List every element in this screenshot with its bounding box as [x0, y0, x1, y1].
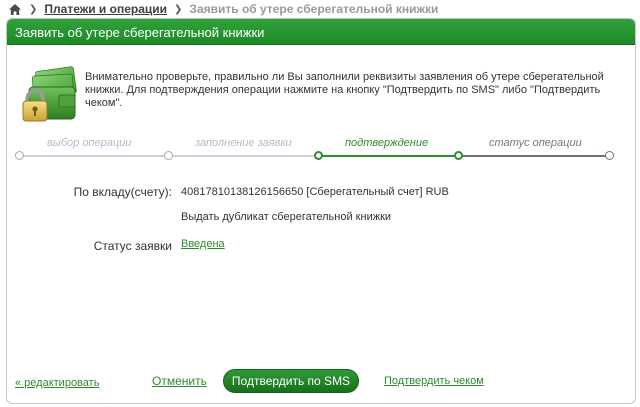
- form-panel: Заявить об утере сберегательной книжки В…: [6, 18, 636, 404]
- progress-steps: выбор операции заполнение заявки подтвер…: [15, 135, 615, 165]
- chevron-right-icon: ❯: [174, 3, 183, 15]
- progress-track-next: [459, 155, 609, 157]
- panel-title: Заявить об утере сберегательной книжки: [15, 25, 265, 40]
- cancel-link[interactable]: Отменить: [152, 374, 207, 388]
- status-value-link[interactable]: Введена: [181, 238, 225, 250]
- confirm-sms-button[interactable]: Подтвердить по SMS: [223, 369, 359, 393]
- progress-dot-active: [454, 151, 463, 160]
- action-value: Выдать дубликат сберегательной книжки: [181, 211, 392, 223]
- breadcrumb-payments-link[interactable]: Платежи и операции: [44, 2, 167, 16]
- intro-text: Внимательно проверьте, правильно ли Вы з…: [85, 71, 604, 109]
- wallet-lock-icon: [22, 66, 77, 122]
- account-value: 40817810138126156650 [Сберегательный сче…: [181, 186, 449, 198]
- step-fill-application: заполнение заявки: [195, 137, 292, 149]
- step-select-operation: выбор операции: [47, 137, 132, 149]
- status-label: Статус заявки: [93, 239, 172, 253]
- breadcrumb: ❯ Платежи и операции ❯ Заявить об утере …: [8, 0, 636, 18]
- chevron-right-icon: ❯: [29, 3, 38, 15]
- step-confirmation: подтверждение: [345, 137, 429, 149]
- progress-dot-active: [314, 151, 323, 160]
- progress-track-active: [319, 155, 459, 157]
- edit-link[interactable]: « редактировать: [15, 377, 99, 389]
- confirm-check-link[interactable]: Подтвердить чеком: [384, 375, 484, 387]
- account-label: По вкладу(счету):: [73, 185, 172, 199]
- progress-dot: [164, 151, 173, 160]
- breadcrumb-current: Заявить об утере сберегательной книжки: [189, 2, 439, 16]
- progress-dot: [15, 151, 24, 160]
- progress-dot: [605, 151, 614, 160]
- panel-header: Заявить об утере сберегательной книжки: [7, 19, 635, 45]
- step-operation-status: статус операции: [489, 137, 582, 149]
- home-icon[interactable]: [8, 3, 22, 16]
